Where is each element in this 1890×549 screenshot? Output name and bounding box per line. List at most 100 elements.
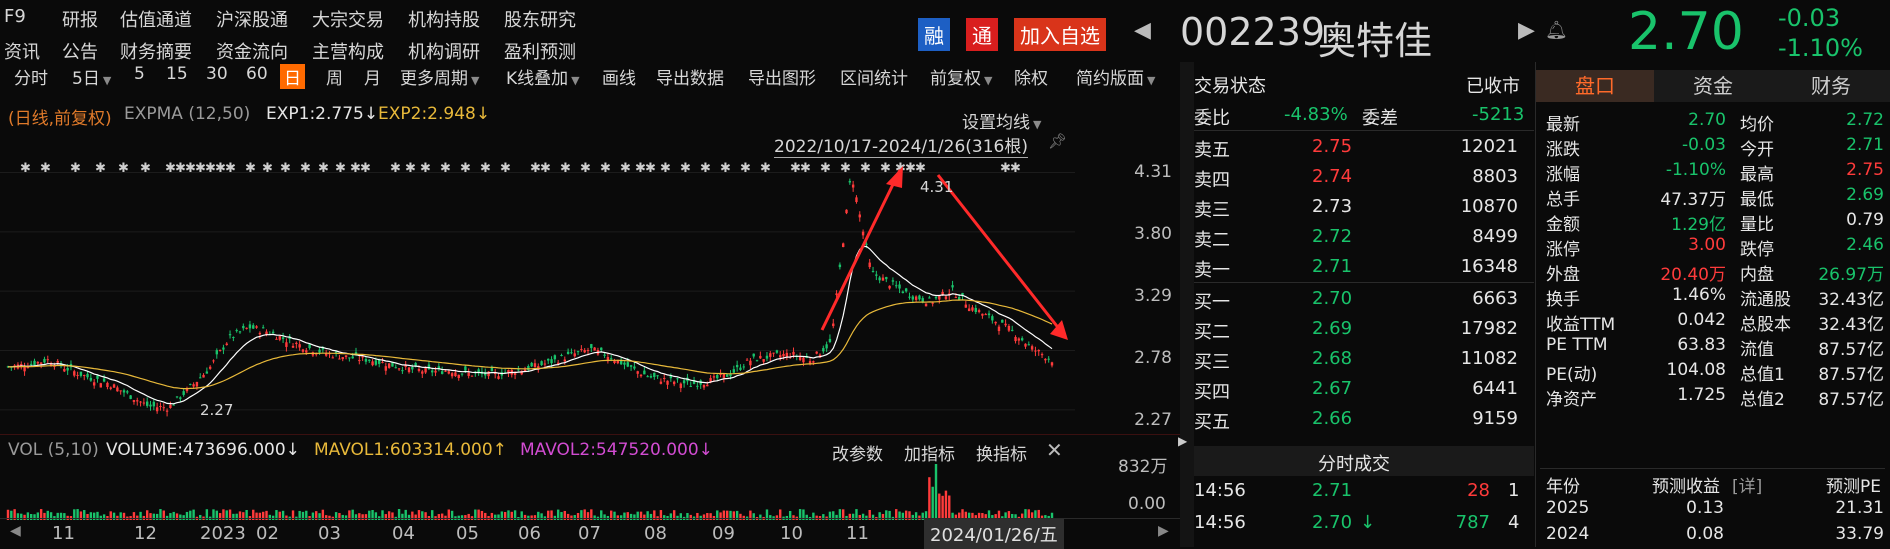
period-5min[interactable]: 5 — [134, 64, 145, 84]
candle-body — [89, 377, 93, 381]
prev-stock-icon[interactable]: ◀ — [1134, 18, 1151, 43]
nav-institution-holding[interactable]: 机构持股 — [408, 6, 480, 32]
book-level-volume: 8499 — [1472, 226, 1518, 247]
period-60min[interactable]: 60 — [246, 64, 268, 84]
set-ma-button[interactable]: 设置均线 ▼ — [962, 108, 1041, 133]
period-intraday[interactable]: 分时 — [14, 64, 48, 89]
forecast-detail-link[interactable]: [详] — [1732, 472, 1762, 497]
export-image-button[interactable]: 导出图形 — [748, 64, 816, 89]
candle-body — [285, 342, 288, 347]
scroll-right-icon[interactable]: ▶ — [1158, 523, 1169, 539]
tab-funds[interactable]: 资金 — [1654, 70, 1772, 102]
book-level-label: 卖三 — [1194, 200, 1230, 221]
nav-f9[interactable]: F9 — [4, 6, 26, 27]
draw-line-button[interactable]: 画线 — [602, 64, 636, 89]
export-data-button[interactable]: 导出数据 — [656, 64, 724, 89]
candle-body — [885, 276, 888, 280]
more-periods-dropdown[interactable]: 更多周期 ▼ — [400, 64, 479, 89]
candle-body — [835, 293, 838, 295]
nav-institution-survey[interactable]: 机构调研 — [408, 38, 480, 64]
nav-shareholder[interactable]: 股东研究 — [504, 6, 576, 32]
tag-connect[interactable]: 通 — [966, 18, 998, 51]
nav-block-trade[interactable]: 大宗交易 — [312, 6, 384, 32]
period-15min[interactable]: 15 — [166, 64, 188, 84]
adjust-dropdown[interactable]: 前复权 ▼ — [930, 64, 992, 89]
volume-chart[interactable] — [0, 462, 1075, 520]
kline-overlay-dropdown[interactable]: K线叠加 ▼ — [506, 64, 580, 89]
candle-body — [792, 351, 795, 355]
tab-finance[interactable]: 财务 — [1772, 70, 1890, 102]
mavol1-value: MAVOL1:603314.000↑ — [314, 440, 507, 460]
pin-icon[interactable]: 📌︎ — [1048, 132, 1067, 150]
candle-body — [374, 360, 378, 365]
period-day[interactable]: 日 — [280, 64, 305, 89]
nav-earnings-forecast[interactable]: 盈利预测 — [504, 38, 576, 64]
kline-chart[interactable]: ✱ ✱ ✱ ✱ ✱ ✱ ✱ ✱ ✱ ✱ ✱ ✱ ✱ ✱ ✱ ✱ ✱ ✱ ✱ ✱ ✱ ✱ ✱ ✱ ✱ ✱ ✱ ✱ ✱ ✱ ✱ ✱ ✱ ✱ ✱ ✱ ✱ ✱ ✱ ✱… — [0, 150, 1075, 430]
candle-body — [142, 402, 146, 404]
candle-body — [172, 404, 175, 406]
nav-news[interactable]: 资讯 — [4, 38, 40, 64]
next-stock-icon[interactable]: ▶ — [1518, 18, 1535, 43]
panel-splitter[interactable] — [1180, 62, 1194, 547]
candle-body — [570, 352, 573, 354]
exright-button[interactable]: 除权 — [1014, 64, 1048, 89]
stat-label: 外盘 — [1546, 265, 1580, 285]
candle-body — [281, 337, 285, 339]
candle-body — [802, 357, 805, 363]
candle-body — [454, 372, 457, 377]
xtick: 08 — [644, 523, 667, 544]
candle-body — [182, 391, 185, 395]
candle-body — [924, 303, 928, 307]
candle-body — [832, 323, 835, 327]
candle-body — [672, 381, 676, 385]
candle-body — [745, 359, 749, 361]
candle-body — [735, 364, 739, 368]
candle-body — [215, 350, 218, 355]
candle-body — [1034, 350, 1037, 352]
nav-announcement[interactable]: 公告 — [62, 38, 98, 64]
tag-margin[interactable]: 融 — [918, 18, 950, 51]
event-marker: ✱ — [820, 161, 831, 176]
scroll-left-icon[interactable]: ◀ — [10, 523, 21, 539]
stat-value: 2.72 — [1846, 110, 1884, 130]
stat-value: 87.57亿 — [1818, 390, 1884, 410]
nav-financial-summary[interactable]: 财务摘要 — [120, 38, 192, 64]
candle-body — [722, 373, 726, 379]
add-watchlist-button[interactable]: 加入自选 — [1014, 18, 1106, 51]
candle-body — [513, 373, 517, 375]
candle-body — [301, 349, 305, 352]
forecast-pe-header: 预测PE — [1826, 477, 1881, 497]
period-month[interactable]: 月 — [364, 64, 381, 89]
simple-layout-dropdown[interactable]: 简约版面 ▼ — [1076, 64, 1155, 89]
candle-body — [450, 373, 454, 377]
candle-body — [951, 285, 954, 288]
event-marker: ✱ — [660, 161, 671, 176]
collapse-panel-icon[interactable]: ▶ — [1178, 434, 1187, 448]
close-indicator-icon[interactable]: ✕ — [1046, 438, 1063, 462]
nav-fund-flow[interactable]: 资金流向 — [216, 38, 288, 64]
candle-body — [179, 397, 182, 399]
nav-research[interactable]: 研报 — [62, 6, 98, 32]
tab-pankou[interactable]: 盘口 — [1536, 70, 1654, 102]
xtick: 03 — [318, 523, 341, 544]
candle-body — [497, 376, 500, 379]
candle-body — [613, 360, 616, 363]
book-level-label: 卖四 — [1194, 170, 1230, 191]
nav-hk-connect[interactable]: 沪深股通 — [216, 6, 288, 32]
stat-label: PE(动) — [1546, 365, 1598, 385]
interval-stats-button[interactable]: 区间统计 — [840, 64, 908, 89]
nav-business-structure[interactable]: 主营构成 — [312, 38, 384, 64]
nav-valuation[interactable]: 估值通道 — [120, 6, 192, 32]
candle-body — [225, 343, 228, 345]
period-5day[interactable]: 5日 ▼ — [72, 64, 111, 89]
stat-label: 流通股 — [1740, 290, 1791, 310]
period-30min[interactable]: 30 — [206, 64, 228, 84]
candle-body — [275, 338, 278, 340]
candle-body — [467, 372, 470, 376]
candle-body — [235, 330, 238, 332]
bell-icon[interactable]: 🔔︎ — [1545, 20, 1568, 41]
period-week[interactable]: 周 — [326, 64, 343, 89]
candle-body — [517, 369, 520, 371]
candle-body — [165, 410, 169, 412]
candle-body — [132, 400, 136, 402]
